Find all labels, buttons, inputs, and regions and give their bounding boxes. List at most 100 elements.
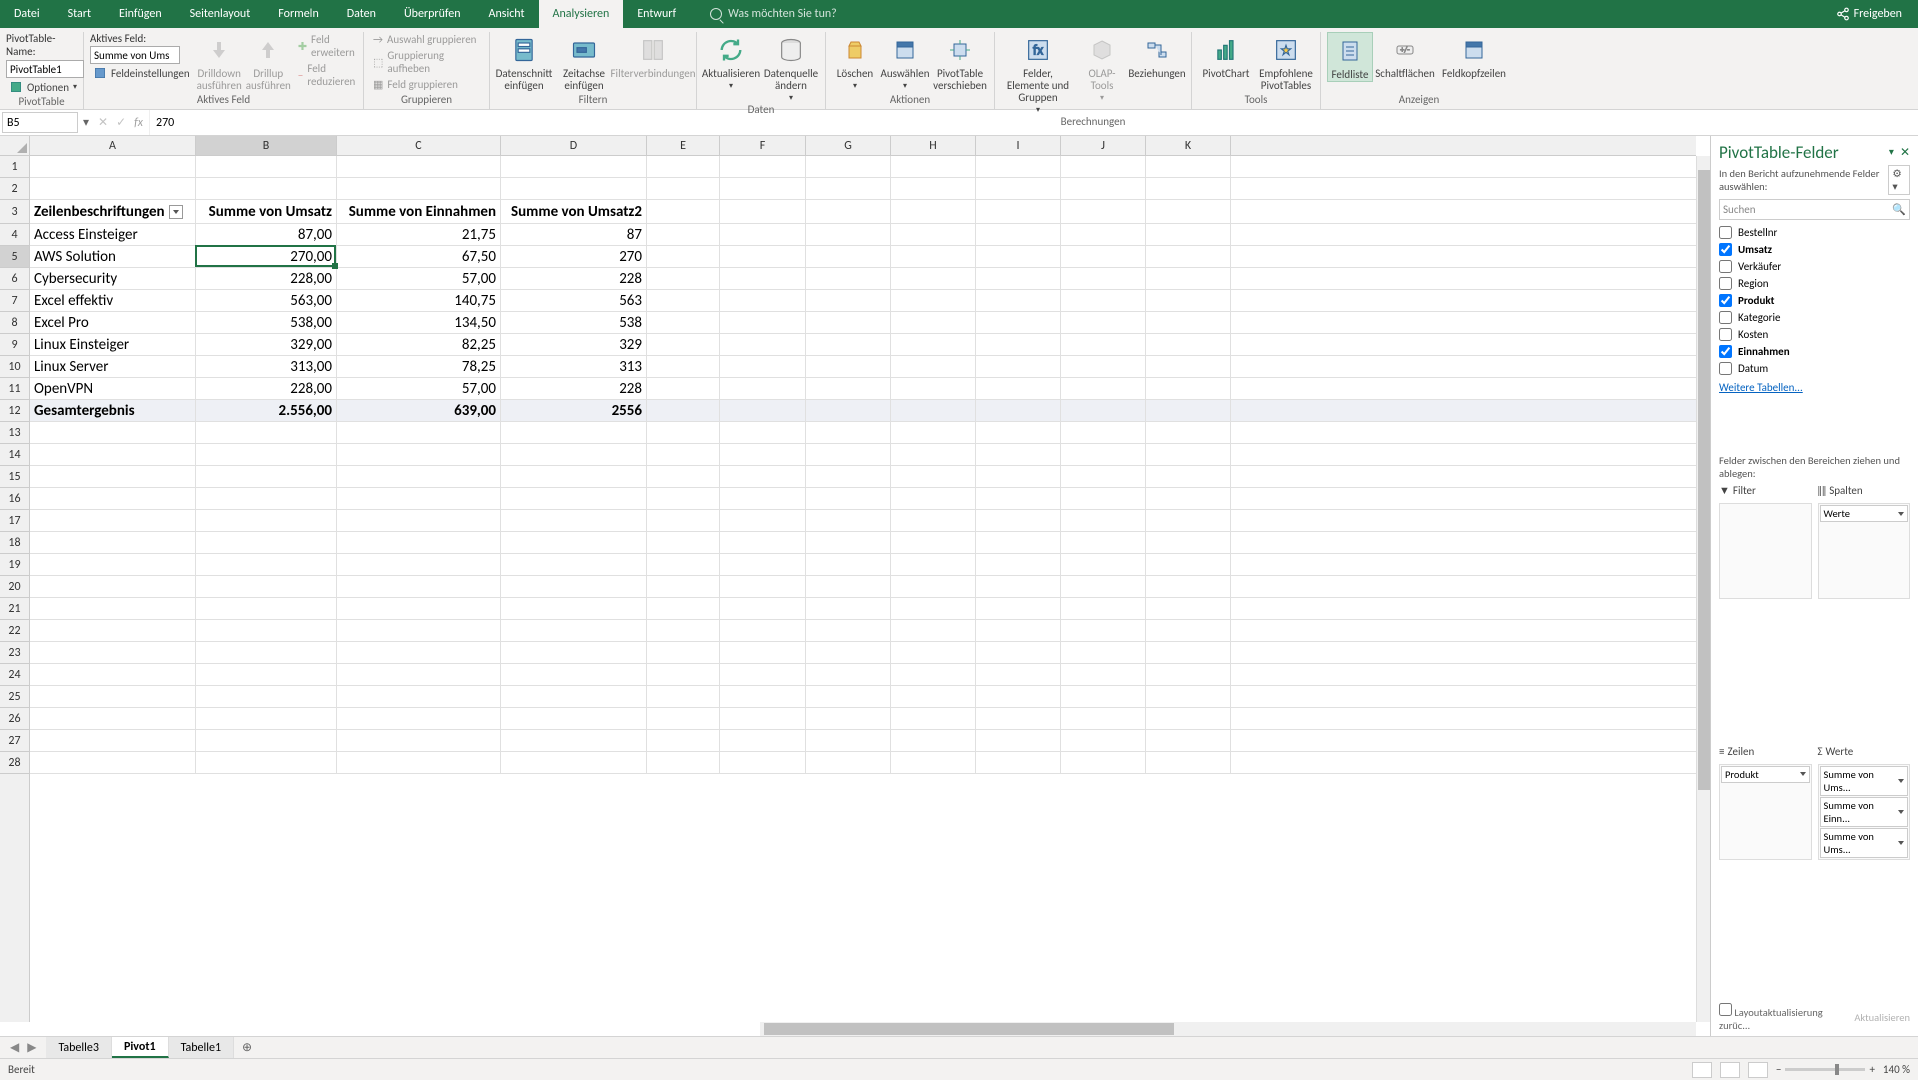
cell[interactable] bbox=[806, 400, 891, 421]
cell[interactable] bbox=[196, 686, 337, 707]
cell[interactable] bbox=[1061, 664, 1146, 685]
cell[interactable] bbox=[806, 752, 891, 773]
cell[interactable] bbox=[196, 466, 337, 487]
cell[interactable] bbox=[1146, 378, 1231, 399]
cell[interactable] bbox=[976, 378, 1061, 399]
values-drop-area[interactable]: Summe von Ums...Summe von Einn...Summe v… bbox=[1818, 764, 1911, 860]
pivot-field-item[interactable]: Umsatz bbox=[1719, 241, 1910, 258]
cell[interactable] bbox=[1061, 488, 1146, 509]
cell[interactable]: 87 bbox=[501, 224, 647, 245]
cell[interactable] bbox=[806, 554, 891, 575]
cell[interactable] bbox=[647, 378, 720, 399]
cell[interactable] bbox=[891, 378, 976, 399]
cell[interactable] bbox=[1146, 532, 1231, 553]
row-header[interactable]: 19 bbox=[0, 554, 29, 576]
cell[interactable] bbox=[1061, 400, 1146, 421]
cell[interactable] bbox=[720, 400, 806, 421]
cell[interactable] bbox=[1146, 156, 1231, 177]
cell[interactable] bbox=[891, 400, 976, 421]
column-header[interactable]: J bbox=[1061, 136, 1146, 155]
cell[interactable] bbox=[976, 246, 1061, 267]
row-header[interactable]: 27 bbox=[0, 730, 29, 752]
cell[interactable] bbox=[647, 532, 720, 553]
row-header[interactable]: 4 bbox=[0, 224, 29, 246]
cell[interactable] bbox=[1146, 554, 1231, 575]
pivot-search-input[interactable]: Suchen 🔍 bbox=[1719, 199, 1910, 220]
cell[interactable] bbox=[891, 664, 976, 685]
cell[interactable] bbox=[976, 488, 1061, 509]
row-header[interactable]: 22 bbox=[0, 620, 29, 642]
cell[interactable] bbox=[501, 554, 647, 575]
cell[interactable] bbox=[806, 466, 891, 487]
panel-dropdown-icon[interactable]: ▾ bbox=[1889, 145, 1894, 160]
pivot-area-pill[interactable]: Werte bbox=[1820, 505, 1909, 522]
cell[interactable] bbox=[720, 730, 806, 751]
cell[interactable] bbox=[806, 422, 891, 443]
cell[interactable] bbox=[976, 290, 1061, 311]
cell[interactable] bbox=[647, 620, 720, 641]
cell[interactable]: 2.556,00 bbox=[196, 400, 337, 421]
cell[interactable] bbox=[891, 290, 976, 311]
cell[interactable] bbox=[337, 620, 501, 641]
cell[interactable] bbox=[1146, 422, 1231, 443]
column-header[interactable]: A bbox=[30, 136, 196, 155]
name-box[interactable]: B5 bbox=[2, 112, 78, 133]
row-header[interactable]: 24 bbox=[0, 664, 29, 686]
cell[interactable] bbox=[891, 708, 976, 729]
cell[interactable] bbox=[806, 510, 891, 531]
cell[interactable] bbox=[501, 510, 647, 531]
cell[interactable]: 140,75 bbox=[337, 290, 501, 311]
sheet-tab[interactable]: Tabelle3 bbox=[46, 1037, 112, 1058]
cell[interactable] bbox=[1146, 576, 1231, 597]
cell[interactable] bbox=[337, 752, 501, 773]
horizontal-scrollbar[interactable] bbox=[760, 1022, 1696, 1036]
cell[interactable] bbox=[337, 730, 501, 751]
cell[interactable] bbox=[720, 642, 806, 663]
cell[interactable] bbox=[647, 730, 720, 751]
cell[interactable] bbox=[1061, 334, 1146, 355]
cell[interactable] bbox=[647, 444, 720, 465]
pivot-area-pill[interactable]: Summe von Ums... bbox=[1820, 828, 1909, 858]
cell[interactable] bbox=[1146, 200, 1231, 223]
cell[interactable] bbox=[891, 730, 976, 751]
pivot-field-item[interactable]: Verkäufer bbox=[1719, 258, 1910, 275]
view-pagelayout-button[interactable] bbox=[1720, 1062, 1740, 1078]
cell[interactable] bbox=[976, 620, 1061, 641]
cell[interactable] bbox=[647, 400, 720, 421]
change-datasource-button[interactable]: Datenquelle ändern▾ bbox=[763, 32, 819, 103]
cell[interactable] bbox=[337, 664, 501, 685]
cell[interactable] bbox=[1146, 334, 1231, 355]
cell[interactable] bbox=[891, 576, 976, 597]
cell[interactable] bbox=[30, 178, 196, 199]
cell[interactable]: 228 bbox=[501, 378, 647, 399]
cell[interactable] bbox=[647, 752, 720, 773]
cell[interactable]: 57,00 bbox=[337, 268, 501, 289]
cell[interactable] bbox=[1061, 686, 1146, 707]
cell[interactable] bbox=[891, 752, 976, 773]
cell[interactable]: Linux Einsteiger bbox=[30, 334, 196, 355]
row-header[interactable]: 17 bbox=[0, 510, 29, 532]
row-header[interactable]: 20 bbox=[0, 576, 29, 598]
cell[interactable] bbox=[1146, 664, 1231, 685]
cell[interactable] bbox=[720, 708, 806, 729]
cell[interactable] bbox=[1061, 422, 1146, 443]
cell[interactable]: 67,50 bbox=[337, 246, 501, 267]
sheet-nav[interactable]: ◀▶ bbox=[0, 1037, 46, 1058]
cell[interactable] bbox=[337, 708, 501, 729]
pivot-area-pill[interactable]: Summe von Ums... bbox=[1820, 766, 1909, 796]
fieldlist-toggle[interactable]: Feldliste bbox=[1327, 32, 1373, 82]
cell[interactable] bbox=[337, 488, 501, 509]
row-header[interactable]: 8 bbox=[0, 312, 29, 334]
cell[interactable] bbox=[1146, 268, 1231, 289]
cell[interactable] bbox=[501, 664, 647, 685]
pivot-field-item[interactable]: Kosten bbox=[1719, 326, 1910, 343]
cell[interactable] bbox=[1061, 246, 1146, 267]
cell[interactable] bbox=[720, 620, 806, 641]
cell[interactable] bbox=[806, 686, 891, 707]
cell[interactable] bbox=[720, 422, 806, 443]
cell[interactable] bbox=[1061, 312, 1146, 333]
cell[interactable] bbox=[720, 554, 806, 575]
cell[interactable] bbox=[196, 444, 337, 465]
cell[interactable] bbox=[1146, 178, 1231, 199]
cell[interactable]: 329,00 bbox=[196, 334, 337, 355]
